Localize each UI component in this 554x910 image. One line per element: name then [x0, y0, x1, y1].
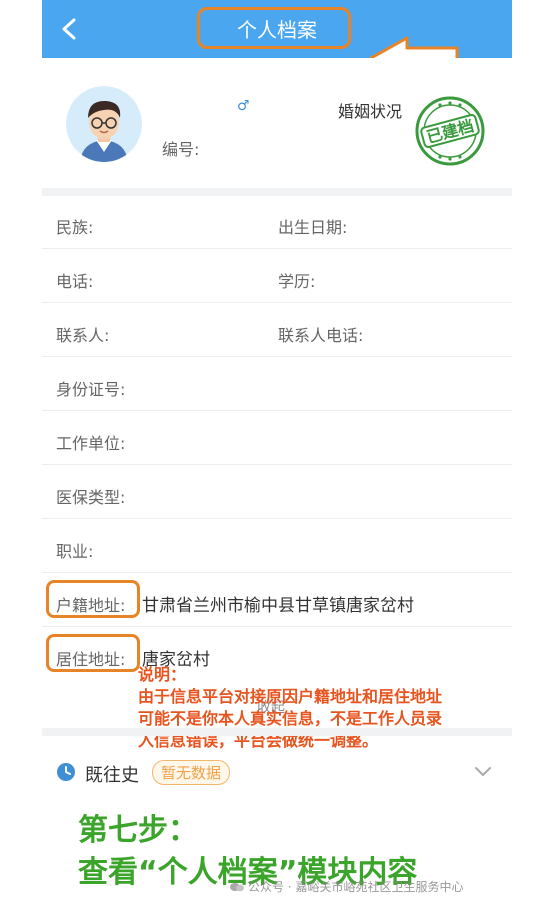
note-line: 可能不是你本人真实信息，不是工作人员录	[138, 709, 443, 728]
contact-phone-label: 联系人电话:	[278, 326, 364, 345]
info-row-occupation: 职业:	[42, 520, 512, 573]
info-row-contact: 联系人: 联系人电话:	[42, 304, 512, 357]
profile-card: ♂ 婚姻状况 编号: 已建档	[42, 58, 512, 188]
marriage-status-label: 婚姻状况	[338, 102, 403, 121]
archived-stamp-icon: 已建档	[415, 96, 485, 166]
insurance-type-label: 医保类型:	[56, 488, 126, 507]
occupation-label: 职业:	[56, 542, 94, 561]
gender-male-icon: ♂	[237, 98, 250, 114]
note-title: 说明：	[138, 665, 187, 684]
birthdate-label: 出生日期:	[278, 218, 348, 237]
ethnicity-label: 民族:	[56, 218, 94, 237]
workplace-label: 工作单位:	[56, 434, 126, 453]
phone-screen: 个人档案 ♂ 婚姻状况 编号: 已建档 民族: 出生日期: 电话: 学历: 联系…	[42, 0, 512, 910]
section-divider	[42, 188, 512, 196]
title-highlight-box	[197, 7, 351, 49]
contact-label: 联系人:	[56, 326, 110, 345]
watermark-text: 公众号 · 嘉峪关市峪苑社区卫生服务中心	[248, 880, 464, 894]
note-line: 由于信息平台对接原因户籍地址和居住地址	[138, 687, 443, 706]
residence-address-highlight-box	[46, 634, 140, 672]
chevron-down-icon[interactable]	[474, 766, 492, 778]
left-margin	[0, 0, 42, 910]
household-address-value: 甘肃省兰州市榆中县甘草镇唐家岔村	[142, 596, 414, 616]
wechat-watermark: 公众号 · 嘉峪关市峪苑社区卫生服务中心	[230, 878, 463, 895]
avatar	[66, 86, 142, 162]
medical-history-label: 既往史	[85, 765, 139, 786]
education-label: 学历:	[278, 272, 316, 291]
info-row-id-number: 身份证号:	[42, 358, 512, 411]
medical-history-row[interactable]: 既往史 暂无数据	[42, 736, 512, 804]
code-label: 编号:	[162, 140, 200, 159]
clock-icon	[57, 763, 75, 781]
no-data-badge: 暂无数据	[152, 760, 231, 785]
household-address-highlight-box	[46, 580, 140, 618]
right-margin	[512, 0, 554, 910]
wechat-icon	[230, 883, 244, 892]
info-row-ethnicity: 民族: 出生日期:	[42, 196, 512, 249]
phone-label: 电话:	[56, 272, 94, 291]
info-row-workplace: 工作单位:	[42, 412, 512, 465]
step-title: 第七步：	[78, 813, 198, 848]
info-row-phone: 电话: 学历:	[42, 250, 512, 303]
section-divider	[42, 728, 512, 736]
info-row-insurance: 医保类型:	[42, 466, 512, 519]
id-number-label: 身份证号:	[56, 380, 126, 399]
